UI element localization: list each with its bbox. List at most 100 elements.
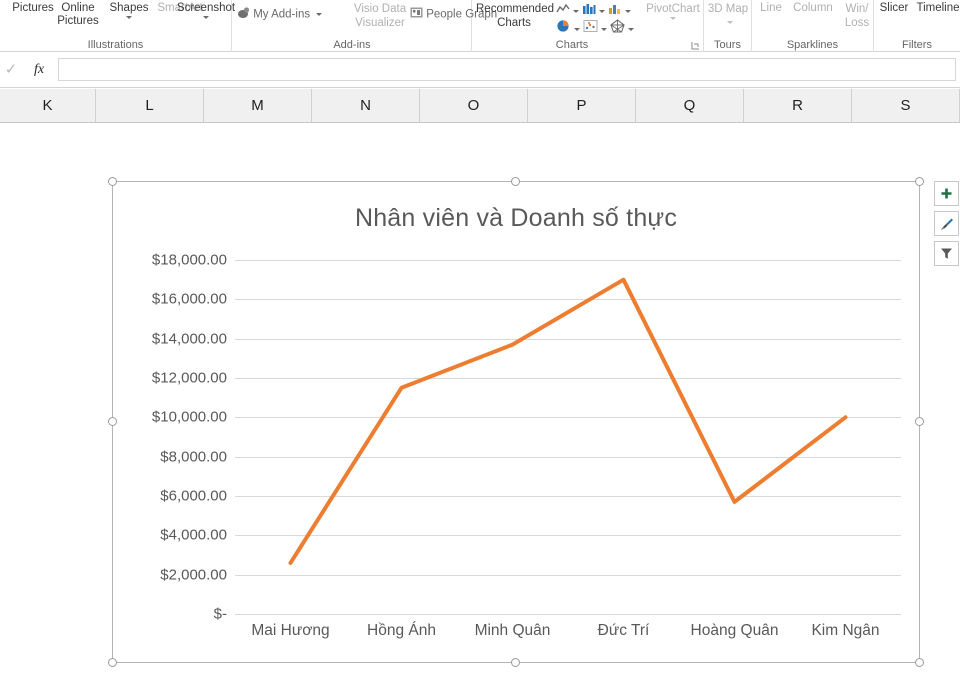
ribbon-group-label: Illustrations [87, 39, 144, 51]
x-axis-tick-label: Mai Hương [251, 622, 330, 639]
ribbon-group-label: Sparklines [786, 39, 839, 51]
chevron-down-icon [726, 21, 733, 25]
insert-waterfall-chart-icon[interactable] [608, 2, 622, 20]
chart-series-line[interactable] [235, 260, 901, 614]
x-axis-tick-label: Hồng Ánh [367, 622, 436, 639]
ribbon-item-label: Line [760, 2, 782, 14]
ribbon-item-visio-data-visualizer: Visio Data Visualizer [352, 2, 408, 30]
resize-handle-top-right[interactable] [915, 177, 924, 186]
ribbon-item-3d-map: 3D Map [704, 2, 752, 30]
resize-handle-top-center[interactable] [511, 177, 520, 186]
column-header-R[interactable]: R [744, 89, 852, 122]
chart-gridline [235, 614, 901, 615]
chevron-down-icon[interactable] [573, 10, 579, 13]
column-headers: K L M N O P Q R S [0, 89, 960, 123]
chart-object[interactable]: Nhân viên và Doanh số thực $18,000.00 $16… [108, 177, 924, 667]
insert-pie-or-doughnut-chart-icon[interactable] [556, 19, 571, 38]
paintbrush-icon [940, 218, 953, 230]
chart-title[interactable]: Nhân viên và Doanh số thực [113, 204, 919, 233]
ribbon-item-label: Timeline [916, 2, 960, 14]
chevron-down-icon[interactable] [126, 16, 132, 19]
resize-handle-bottom-left[interactable] [108, 658, 117, 667]
ribbon-item-shapes[interactable]: Shapes [104, 2, 154, 19]
y-axis-tick-label: $2,000.00 [160, 566, 227, 584]
ribbon-group-sparklines: Line Column Win/ Loss Sparklines [752, 0, 874, 52]
x-axis-tick-label: Hoàng Quân [690, 622, 779, 639]
chart-elements-button[interactable] [934, 181, 959, 206]
column-header-L[interactable]: L [96, 89, 204, 122]
ribbon-item-sparkline-win-loss: Win/ Loss [840, 2, 874, 30]
column-header-S[interactable]: S [852, 89, 960, 122]
ribbon-item-label: My Add-ins [253, 8, 311, 21]
chevron-down-icon[interactable] [628, 27, 634, 31]
y-axis-tick-label: $16,000.00 [151, 290, 227, 308]
insert-surface-or-radar-chart-icon[interactable] [610, 19, 625, 38]
resize-handle-middle-right[interactable] [915, 417, 924, 426]
column-header-M[interactable]: M [204, 89, 312, 122]
column-header-O[interactable]: O [420, 89, 528, 122]
ribbon-item-sparkline-line: Line [754, 2, 788, 15]
ribbon-item-label: Column [793, 2, 833, 14]
formula-input[interactable] [58, 58, 956, 81]
ribbon: Pictures Online Pictures Shapes SmartArt… [0, 0, 960, 52]
insert-scatter-chart-icon[interactable] [583, 19, 598, 38]
ribbon-group-label: Charts [555, 39, 589, 51]
resize-handle-bottom-center[interactable] [511, 658, 520, 667]
ribbon-item-sparkline-column: Column [786, 2, 840, 15]
x-axis-tick-label: Minh Quân [474, 622, 551, 639]
ribbon-item-recommended-charts[interactable]: Recommended Charts [476, 2, 554, 30]
ribbon-item-label: Win/ Loss [844, 3, 870, 29]
insert-column-or-bar-chart-icon[interactable] [556, 2, 570, 20]
chart-filters-button[interactable] [934, 241, 959, 266]
chevron-down-icon[interactable] [574, 27, 580, 31]
resize-handle-bottom-right[interactable] [915, 658, 924, 667]
chevron-down-icon[interactable] [203, 16, 209, 19]
chevron-down-icon[interactable] [316, 13, 323, 16]
column-header-K[interactable]: K [0, 89, 96, 122]
ribbon-item-label: Screenshot [176, 2, 236, 14]
y-axis-tick-label: $12,000.00 [151, 369, 227, 387]
ribbon-group-add-ins: My Add-ins Visio Data Visualizer People … [232, 0, 497, 52]
checkmark-icon[interactable]: ✓ [0, 60, 22, 80]
y-axis-tick-label: $- [213, 605, 227, 623]
chevron-down-icon[interactable] [601, 27, 607, 31]
column-header-Q[interactable]: Q [636, 89, 744, 122]
insert-hierarchy-chart-icon[interactable] [582, 2, 596, 20]
chart-styles-button[interactable] [934, 211, 959, 236]
y-axis-tick-label: $14,000.00 [151, 330, 227, 348]
x-axis-tick-label: Đức Trí [597, 622, 650, 639]
ribbon-group-label: Add-ins [333, 39, 371, 51]
ribbon-group-illustrations: Pictures Online Pictures Shapes SmartArt… [0, 0, 236, 52]
ribbon-item-label: Online Pictures [57, 2, 99, 27]
y-axis-tick-label: $10,000.00 [151, 408, 227, 426]
ribbon-item-label: Recommended Charts [476, 3, 554, 29]
chart-data-series[interactable] [288, 277, 848, 565]
chart-plot-area[interactable]: $18,000.00 $16,000.00 $14,000.00 $12,000.00… [152, 252, 901, 623]
ribbon-item-label: 3D Map [707, 3, 749, 15]
excel-window: Pictures Online Pictures Shapes SmartArt… [0, 0, 960, 687]
insert-function-icon[interactable]: fx [22, 60, 56, 80]
ribbon-item-online-pictures[interactable]: Online Pictures [52, 2, 104, 28]
chart-type-icons-row-2 [556, 19, 634, 38]
y-axis-tick-label: $6,000.00 [160, 487, 227, 505]
ribbon-item-slicer[interactable]: Slicer [874, 2, 914, 15]
resize-handle-middle-left[interactable] [108, 417, 117, 426]
chart-type-icons-row-1 [556, 2, 631, 20]
ribbon-item-my-add-ins[interactable]: My Add-ins [237, 6, 347, 23]
ribbon-item-label: Visio Data Visualizer [353, 3, 407, 29]
dialog-box-launcher[interactable] [691, 41, 700, 50]
ribbon-item-label: Shapes [109, 2, 149, 14]
ribbon-group-label: Tours [714, 39, 741, 51]
chevron-down-icon[interactable] [625, 10, 631, 13]
formula-bar: ✓ fx [0, 52, 960, 88]
ribbon-item-label: Pictures [12, 2, 54, 14]
fx-label: fx [33, 62, 45, 77]
chevron-down-icon[interactable] [599, 10, 605, 13]
y-axis-tick-label: $18,000.00 [151, 251, 227, 269]
chart-x-axis[interactable]: Mai Hương Hồng Ánh Minh Quân Đức Trí Hoàng Q… [235, 622, 901, 640]
ribbon-item-timeline[interactable]: Timeline [912, 2, 960, 15]
column-header-P[interactable]: P [528, 89, 636, 122]
people-graph-icon [410, 6, 423, 23]
column-header-N[interactable]: N [312, 89, 420, 122]
resize-handle-top-left[interactable] [108, 177, 117, 186]
